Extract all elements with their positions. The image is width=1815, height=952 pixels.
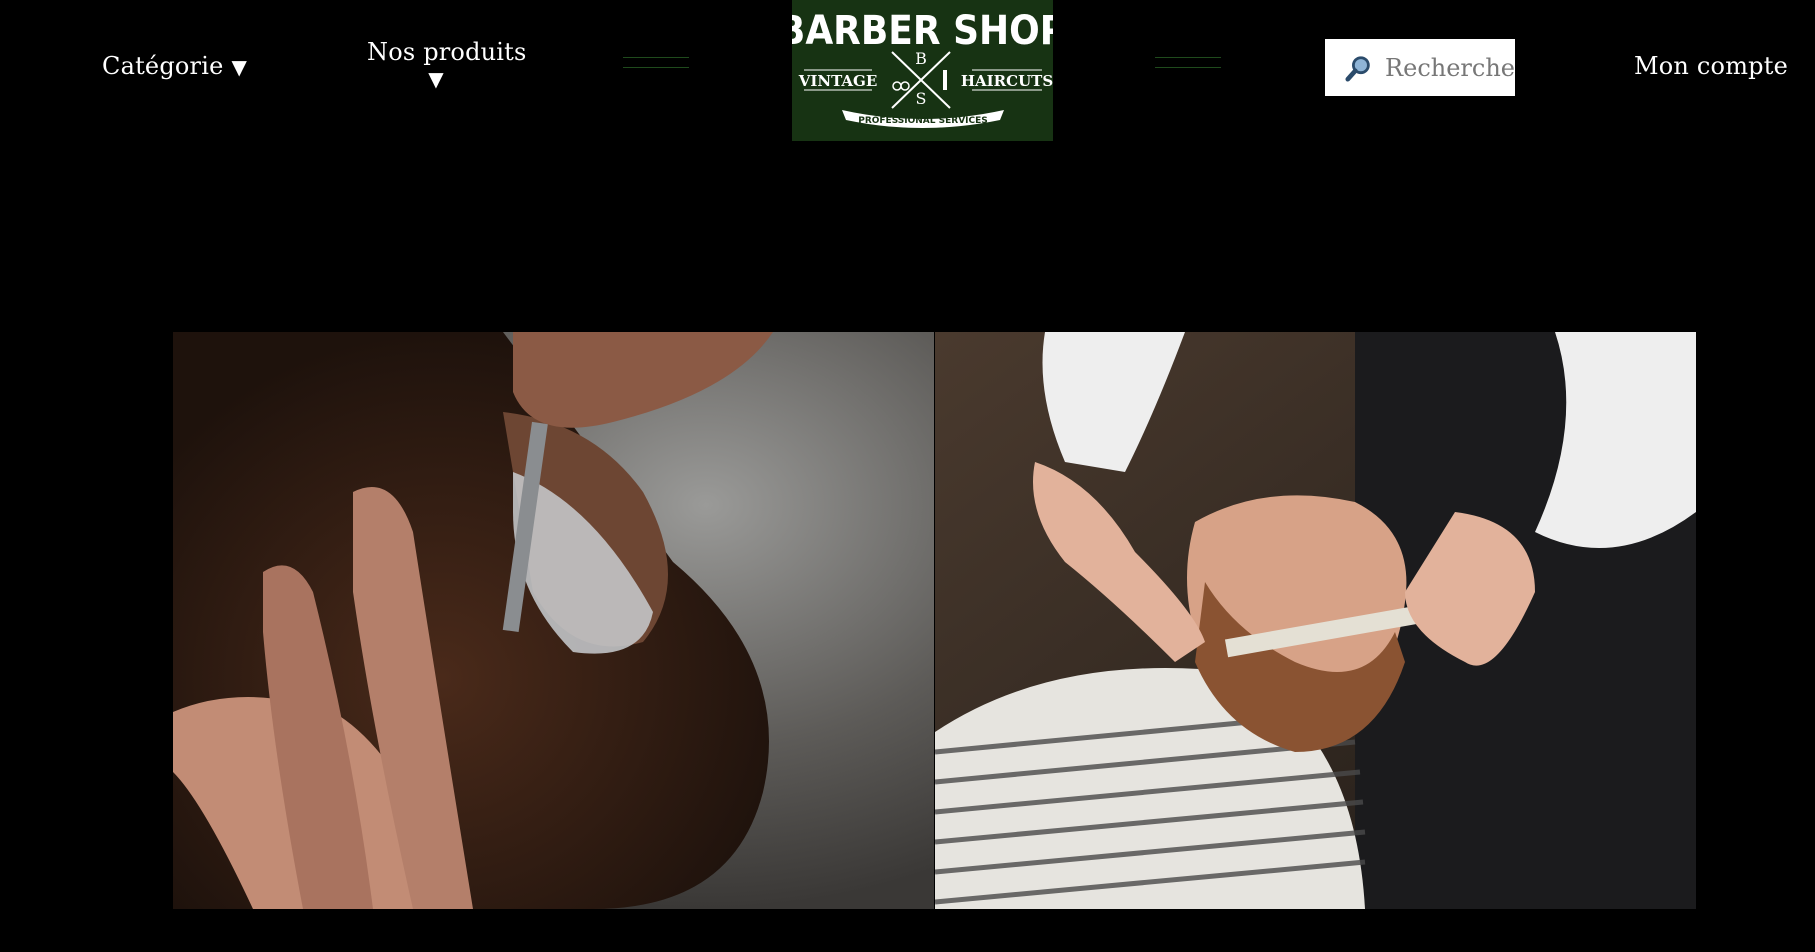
account-label: Mon compte: [1634, 52, 1788, 80]
account-link[interactable]: Mon compte: [1634, 52, 1788, 80]
magnifier-icon: [1345, 55, 1370, 82]
logo-title: BARBER SHOP: [792, 8, 1053, 54]
barber-shop-logo[interactable]: BARBER SHOP B S VINTAGE HAIRCUTS PROFESS…: [792, 0, 1053, 141]
logo-right-tag: HAIRCUTS: [961, 72, 1053, 90]
nav-category-label: Catégorie: [102, 52, 224, 80]
search-input[interactable]: Recherche: [1385, 54, 1515, 82]
decorative-lines-left: [623, 57, 689, 79]
nav-products-label: Nos produits: [367, 38, 527, 66]
chevron-down-icon: ▼: [428, 67, 444, 91]
nav-products-menu[interactable]: Nos produits ▼: [367, 38, 526, 91]
page: Catégorie ▼ Nos produits ▼ BARBER SHOP B …: [0, 0, 1815, 952]
search-box[interactable]: Recherche: [1325, 39, 1515, 96]
beard-trim-photo: [935, 332, 1696, 909]
logo-monogram-bottom: S: [916, 89, 927, 108]
logo-emblem: BARBER SHOP B S VINTAGE HAIRCUTS PROFESS…: [792, 8, 1053, 128]
logo-monogram-top: B: [915, 49, 927, 68]
hero-gallery: [173, 332, 1696, 909]
logo-banner: PROFESSIONAL SERVICES: [858, 116, 988, 126]
logo-left-tag: VINTAGE: [798, 72, 878, 90]
decorative-lines-right: [1155, 57, 1221, 79]
chevron-down-icon: ▼: [231, 55, 248, 79]
beard-shave-photo: [173, 332, 934, 909]
nav-category-menu[interactable]: Catégorie ▼: [102, 52, 247, 81]
